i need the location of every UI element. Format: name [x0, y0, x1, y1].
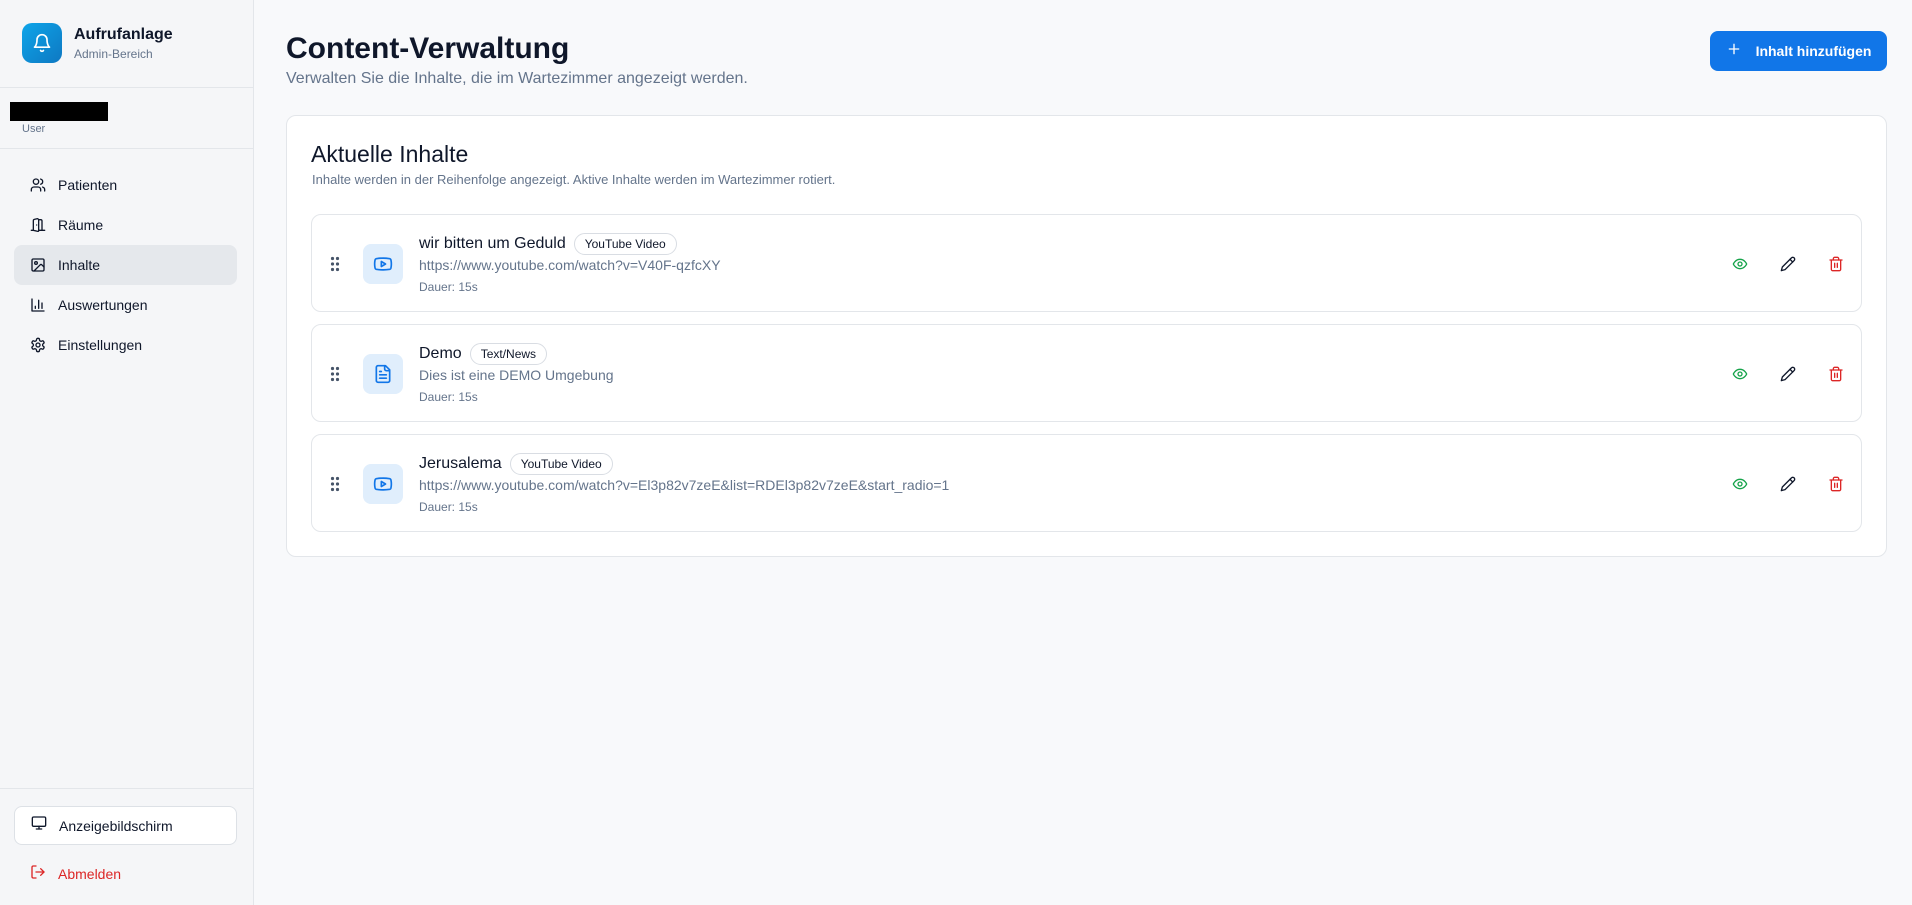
content-item: Demo Text/News Dies ist eine DEMO Umgebu…	[311, 324, 1862, 422]
logout-button[interactable]: Abmelden	[14, 854, 237, 894]
brand-title: Aufrufanlage	[74, 25, 173, 43]
brand-subtitle: Admin-Bereich	[74, 46, 153, 61]
item-description: https://www.youtube.com/watch?v=V40F-qzf…	[419, 257, 721, 273]
sidebar-item-label: Patienten	[58, 177, 118, 193]
eye-icon[interactable]	[1728, 252, 1752, 276]
user-block: User	[10, 102, 108, 135]
trash-icon[interactable]	[1824, 362, 1848, 386]
trash-icon[interactable]	[1824, 472, 1848, 496]
card-title: Aktuelle Inhalte	[311, 141, 469, 167]
item-title: wir bitten um Geduld	[419, 235, 566, 252]
content-item: wir bitten um Geduld YouTube Video https…	[311, 214, 1862, 312]
sidebar: Aufrufanlage Admin-Bereich User Patiente…	[0, 0, 254, 905]
sidebar-item-inhalte[interactable]: Inhalte	[14, 245, 237, 285]
content-item: Jerusalema YouTube Video https://www.you…	[311, 434, 1862, 532]
item-description: https://www.youtube.com/watch?v=El3p82v7…	[419, 477, 950, 493]
user-name-redacted	[10, 102, 108, 121]
pencil-icon[interactable]	[1776, 472, 1800, 496]
sidebar-item-label: Auswertungen	[58, 297, 148, 313]
youtube-icon	[363, 244, 403, 284]
users-icon	[30, 177, 46, 193]
sidebar-item-raeume[interactable]: Räume	[14, 205, 237, 245]
divider	[0, 87, 254, 88]
page-subtitle: Verwalten Sie die Inhalte, die im Wartez…	[286, 70, 748, 87]
sidebar-item-label: Einstellungen	[58, 337, 143, 353]
drag-handle-icon[interactable]	[330, 256, 340, 272]
user-role: User	[22, 123, 46, 135]
brand: Aufrufanlage Admin-Bereich	[22, 23, 173, 63]
pencil-icon[interactable]	[1776, 252, 1800, 276]
type-badge: Text/News	[469, 343, 548, 365]
sidebar-item-label: Räume	[58, 217, 104, 233]
sidebar-nav: Patienten Räume Inhalte Auswertungen Ein…	[14, 165, 237, 365]
drag-handle-icon[interactable]	[330, 476, 340, 492]
type-badge: YouTube Video	[509, 453, 613, 475]
divider	[0, 788, 254, 789]
eye-icon[interactable]	[1728, 362, 1752, 386]
drag-handle-icon[interactable]	[330, 366, 340, 382]
card-subtitle: Inhalte werden in der Reihenfolge angeze…	[312, 172, 836, 187]
item-duration: Dauer: 15s	[419, 500, 478, 514]
youtube-icon	[363, 464, 403, 504]
door-icon	[30, 217, 46, 233]
sidebar-item-einstellungen[interactable]: Einstellungen	[14, 325, 237, 365]
bar-chart-icon	[30, 297, 46, 313]
item-title: Jerusalema	[419, 455, 502, 472]
pencil-icon[interactable]	[1776, 362, 1800, 386]
logout-label: Abmelden	[58, 866, 122, 882]
trash-icon[interactable]	[1824, 252, 1848, 276]
page-title: Content-Verwaltung	[286, 32, 570, 65]
sidebar-item-label: Inhalte	[58, 257, 101, 273]
gear-icon	[30, 337, 46, 353]
bell-icon	[22, 23, 62, 63]
sidebar-item-patienten[interactable]: Patienten	[14, 165, 237, 205]
item-title: Demo	[419, 345, 462, 362]
document-icon	[363, 354, 403, 394]
content-card: Aktuelle Inhalte Inhalte werden in der R…	[286, 115, 1887, 557]
add-content-label: Inhalt hinzufügen	[1755, 43, 1872, 59]
add-content-button[interactable]: Inhalt hinzufügen	[1710, 31, 1887, 71]
divider	[0, 148, 254, 149]
item-duration: Dauer: 15s	[419, 390, 478, 404]
display-screen-button[interactable]: Anzeigebildschirm	[14, 806, 237, 845]
type-badge: YouTube Video	[573, 233, 677, 255]
monitor-icon	[31, 815, 47, 836]
plus-icon	[1726, 41, 1742, 62]
item-duration: Dauer: 15s	[419, 280, 478, 294]
display-screen-label: Anzeigebildschirm	[59, 817, 173, 834]
item-description: Dies ist eine DEMO Umgebung	[419, 367, 614, 383]
eye-icon[interactable]	[1728, 472, 1752, 496]
sidebar-item-auswertungen[interactable]: Auswertungen	[14, 285, 237, 325]
image-icon	[30, 257, 46, 273]
logout-icon	[30, 864, 46, 885]
